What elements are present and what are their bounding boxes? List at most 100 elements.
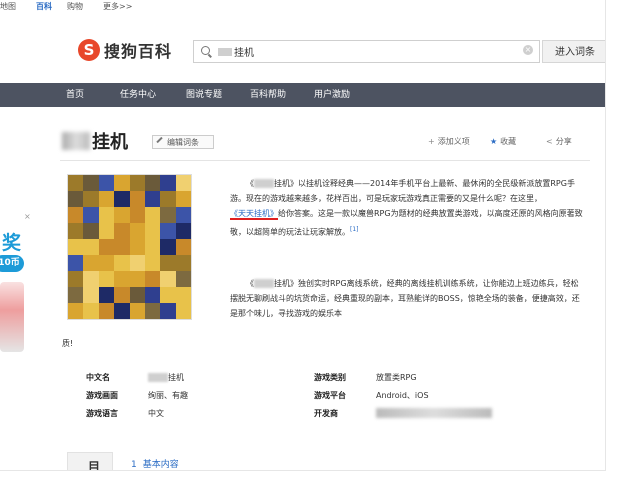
search-input[interactable]: 挂机 × (193, 40, 540, 63)
search-icon (201, 46, 210, 55)
mosaic-tile (129, 175, 145, 191)
mosaic-tile (68, 303, 84, 319)
infobox-genre-label: 游戏类别 (314, 372, 346, 383)
mosaic-tile (144, 287, 161, 303)
mosaic-tile (160, 255, 176, 271)
mosaic-tile (129, 207, 145, 223)
main-nav: 首页 任务中心 图说专题 百科帮助 用户激励 (0, 83, 605, 107)
sogou-baike-logo[interactable]: S 搜狗百科 (78, 38, 172, 62)
infobox-lang-value: 中文 (148, 409, 164, 418)
toc-item-number: 1 (131, 460, 137, 470)
mosaic-tile (160, 175, 176, 191)
toplink-more[interactable]: 更多>> (103, 0, 132, 14)
info-label: 游戏语言 (86, 409, 118, 418)
edit-entry-button[interactable]: 编辑词条 (152, 135, 214, 149)
close-icon[interactable]: × (24, 212, 31, 221)
mosaic-tile (129, 287, 145, 303)
mosaic-tile (175, 287, 191, 303)
nav-item-topics[interactable]: 图说专题 (186, 83, 222, 107)
mosaic-tile (83, 287, 99, 303)
infobox-genre-value: 放置类RPG (376, 373, 417, 382)
info-label: 游戏平台 (314, 391, 346, 400)
nav-item-home[interactable]: 首页 (66, 83, 84, 107)
mosaic-tile (144, 255, 161, 271)
mosaic-tile (114, 207, 130, 223)
mosaic-tile (98, 223, 115, 239)
mosaic-tile (83, 239, 99, 255)
nav-item-help[interactable]: 百科帮助 (250, 83, 286, 107)
mosaic-tile (175, 271, 191, 287)
mosaic-tile (68, 223, 84, 239)
mosaic-tile (160, 271, 176, 287)
nav-item-tasks[interactable]: 任务中心 (120, 83, 156, 107)
mosaic-tile (144, 175, 161, 191)
toplink-baike[interactable]: 百科 (36, 0, 52, 14)
toplink-shopping[interactable]: 购物 (67, 0, 83, 14)
mosaic-tile (175, 239, 191, 255)
clear-icon[interactable]: × (523, 45, 533, 55)
game-cover-image[interactable] (67, 174, 192, 320)
toc-item[interactable]: 1 基本内容 (131, 457, 179, 470)
info-label: 开发商 (314, 409, 338, 418)
mosaic-tile (144, 271, 161, 287)
nav-item-incentive[interactable]: 用户激励 (314, 83, 350, 107)
mosaic-tile (129, 239, 145, 255)
plus-icon: + (428, 137, 435, 146)
enter-entry-button[interactable]: 进入词条 (542, 40, 605, 63)
mosaic-tile (175, 207, 191, 223)
info-label: 游戏类别 (314, 373, 346, 382)
mosaic-tile (129, 303, 145, 319)
intro-text: 给你答案。这是一款以魔兽RPG为题材的经典放置类游戏，以高度还原的风格向原著致敬… (230, 209, 583, 237)
mosaic-tile (114, 303, 130, 319)
mosaic-tile (83, 303, 99, 319)
mosaic-tile (68, 287, 84, 303)
mosaic-tile (83, 255, 99, 271)
favorite-button[interactable]: ★ 收藏 (490, 136, 516, 147)
share-button[interactable]: < 分享 (546, 136, 572, 147)
logo-text: 搜狗百科 (104, 42, 173, 61)
pencil-icon (156, 136, 163, 144)
mosaic-tile (129, 191, 145, 207)
search-value: 挂机 (234, 48, 254, 59)
paragraph-continuation: 质! (62, 339, 74, 348)
add-meaning-button[interactable]: + 添加义项 (428, 136, 470, 147)
toplink-map[interactable]: 地图 (0, 0, 16, 14)
info-label: 中文名 (86, 373, 110, 382)
mosaic-tile (68, 255, 84, 271)
mosaic-tile (160, 287, 176, 303)
redacted-text (218, 48, 232, 56)
redacted-text (254, 279, 274, 288)
mosaic-tile (83, 271, 99, 287)
mosaic-tile (68, 175, 84, 191)
side-ad[interactable]: × 奖 10币 (0, 210, 31, 360)
intro-paragraph-2: 《挂机》独创实时RPG离线系统，经典的离线挂机训练系统，让你能边上班边练兵，轻松… (230, 276, 585, 322)
mosaic-tile (144, 239, 161, 255)
mosaic-tile (129, 255, 145, 271)
top-links-bar: 地图 百科 购物 更多>> (0, 0, 605, 14)
mosaic-tile (114, 175, 130, 191)
mosaic-tile (114, 191, 130, 207)
infobox-style-label: 游戏画面 (86, 390, 118, 401)
divider (60, 160, 590, 161)
infobox-style-value: 绚丽、有趣 (148, 391, 188, 400)
page-title-text: 挂机 (92, 132, 128, 153)
game-link[interactable]: 《天天挂机》 (230, 209, 278, 221)
mosaic-tile (175, 303, 191, 319)
infobox-platform-label: 游戏平台 (314, 390, 346, 401)
mosaic-tile (83, 191, 99, 207)
mosaic-tile (160, 207, 176, 223)
favorite-label: 收藏 (500, 137, 517, 146)
logo-mark: S (78, 39, 100, 61)
info-value: 挂机 (168, 373, 184, 382)
mosaic-tile (98, 239, 115, 255)
reference-link[interactable]: [1] (350, 226, 359, 233)
page-title: 挂机 (62, 128, 128, 154)
toc-box-label: 目 (88, 460, 101, 471)
mosaic-tile (68, 271, 84, 287)
browser-frame: 地图 百科 购物 更多>> S 搜狗百科 挂机 × 进入词条 首页 任务中心 图… (0, 0, 606, 471)
info-label: 游戏画面 (86, 391, 118, 400)
mosaic-tile (144, 207, 161, 223)
redacted-text (254, 179, 274, 188)
mosaic-tile (98, 175, 115, 191)
intro-text: 挂机》独创实时RPG离线系统，经典的离线挂机训练系统，让你能边上班边练兵，轻松摆… (230, 279, 580, 319)
